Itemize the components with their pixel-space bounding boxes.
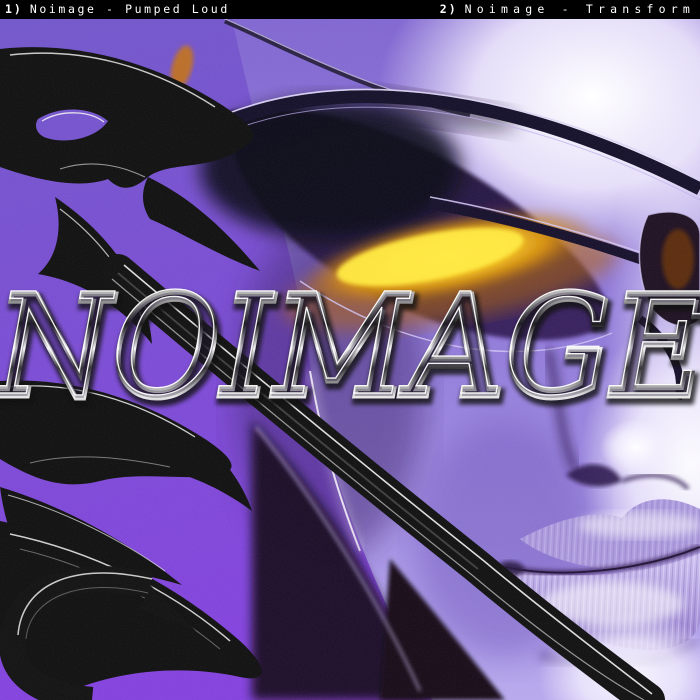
cover-art-canvas: NOIMAGE NOIMAGE NOIMAGE [0, 19, 700, 700]
track-1-number: 1) [5, 2, 23, 16]
track-2-label: 2) Noimage - Transform [440, 0, 695, 19]
grain-overlay [0, 19, 700, 700]
track-1-label: 1) Noimage - Pumped Loud [5, 0, 230, 19]
tracklist-bar: 1) Noimage - Pumped Loud 2) Noimage - Tran… [0, 0, 700, 19]
album-cover[interactable]: 1) Noimage - Pumped Loud 2) Noimage - Tran… [0, 0, 700, 700]
track-2-title: Noimage - Transform [465, 2, 695, 16]
track-2-number: 2) [440, 2, 458, 16]
cover-art: NOIMAGE NOIMAGE NOIMAGE [0, 19, 700, 700]
track-1-title: Noimage - Pumped Loud [30, 2, 230, 16]
